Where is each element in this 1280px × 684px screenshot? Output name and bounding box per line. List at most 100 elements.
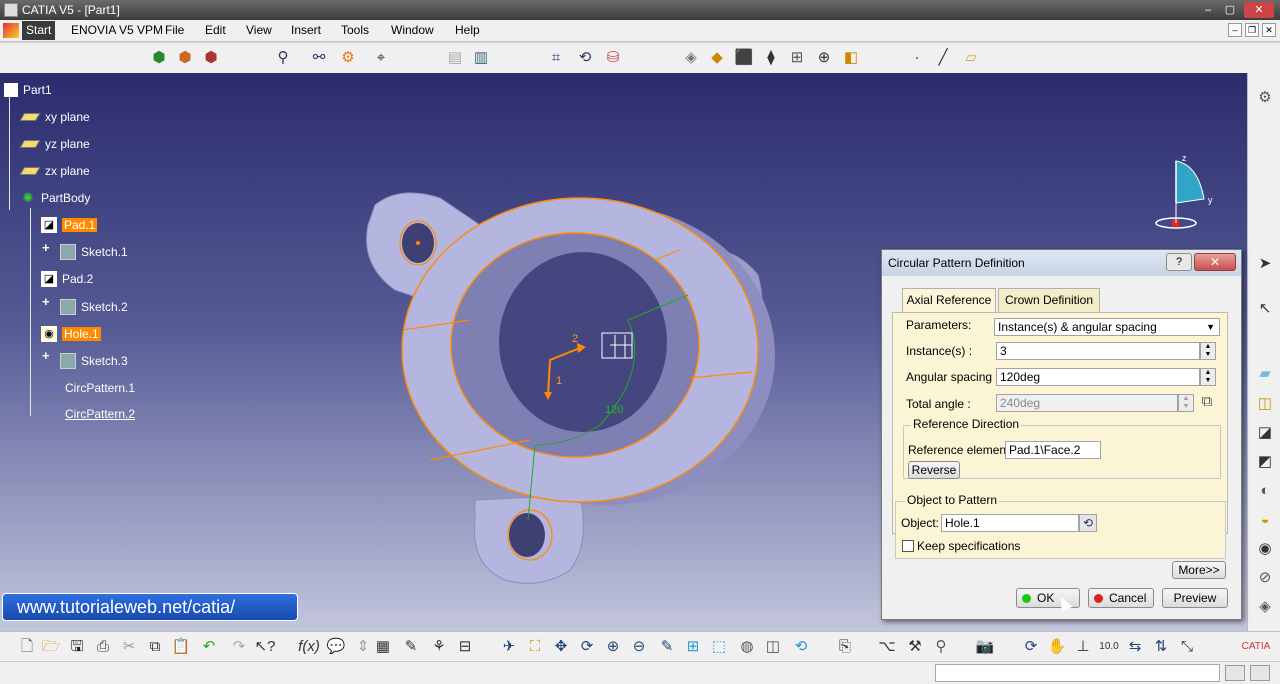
- measure-icon[interactable]: ⚲: [272, 47, 294, 69]
- point-icon[interactable]: ·: [906, 47, 928, 69]
- select-icon[interactable]: ↖: [1254, 298, 1276, 320]
- sort-icon[interactable]: ⇅: [1150, 636, 1172, 658]
- table-icon[interactable]: ▤: [444, 47, 466, 69]
- surface-icon[interactable]: ▰: [1254, 363, 1276, 385]
- tree-node-xy-plane[interactable]: xy plane: [19, 108, 90, 126]
- rotate-icon[interactable]: ⟳: [576, 636, 598, 658]
- tree-node-circpattern1[interactable]: ⁘ CircPattern.1: [44, 379, 135, 397]
- text-icon[interactable]: ▥: [470, 47, 492, 69]
- menu-edit[interactable]: Edit: [205, 23, 226, 37]
- redo-icon[interactable]: ↷: [228, 636, 250, 658]
- compass-icon[interactable]: [1150, 151, 1220, 231]
- menu-window[interactable]: Window: [391, 23, 434, 37]
- face-icon[interactable]: ▱: [960, 47, 982, 69]
- menu-enovia[interactable]: ENOVIA V5 VPM: [71, 23, 163, 37]
- tree-node-partbody[interactable]: ✺ PartBody: [20, 189, 91, 207]
- reverse-button[interactable]: Reverse: [908, 461, 960, 479]
- formula-icon[interactable]: ⧉: [1197, 393, 1217, 413]
- maximize-button[interactable]: ▢: [1220, 2, 1240, 18]
- menu-file[interactable]: File: [165, 23, 184, 37]
- sketcher-icon[interactable]: ⬢: [148, 47, 170, 69]
- pocket-icon[interactable]: ◩: [1254, 451, 1276, 473]
- groove-icon[interactable]: ⧫: [760, 47, 782, 69]
- print-icon[interactable]: ⎙: [92, 636, 114, 658]
- rib-icon[interactable]: ⊘: [1254, 567, 1276, 589]
- tree-node-pad2[interactable]: ◪ Pad.2: [41, 270, 93, 288]
- axis-system-icon[interactable]: ⌖: [370, 47, 392, 69]
- shaft-icon[interactable]: ⬛: [733, 47, 755, 69]
- zoom-out-icon[interactable]: ⊖: [628, 636, 650, 658]
- tab-crown-definition[interactable]: Crown Definition: [998, 288, 1100, 312]
- pocket-icon[interactable]: ◆: [706, 47, 728, 69]
- plane-icon[interactable]: ⊕: [813, 47, 835, 69]
- instances-input[interactable]: 3: [996, 342, 1200, 360]
- swap-space-icon[interactable]: ⟲: [790, 636, 812, 658]
- preview-button[interactable]: Preview: [1162, 588, 1228, 608]
- minimize-button[interactable]: –: [1198, 2, 1218, 18]
- menu-insert[interactable]: Insert: [291, 23, 321, 37]
- paste-icon[interactable]: 📋: [170, 636, 192, 658]
- axis-icon[interactable]: ⊥: [1072, 636, 1094, 658]
- hand-icon[interactable]: ✋: [1046, 636, 1068, 658]
- datum-icon[interactable]: ◫: [1254, 393, 1276, 415]
- expand-icon[interactable]: +: [42, 240, 50, 255]
- tree-node-hole1[interactable]: ◉ Hole.1: [41, 325, 101, 343]
- menu-start[interactable]: Start: [22, 21, 56, 40]
- render-icon[interactable]: ◍: [736, 636, 758, 658]
- comment-icon[interactable]: 💬: [325, 636, 347, 658]
- rotate-view-icon[interactable]: ⟳: [1020, 636, 1042, 658]
- isometric-icon[interactable]: ⬚: [708, 636, 730, 658]
- menu-tools[interactable]: Tools: [341, 23, 369, 37]
- more-button[interactable]: More>>: [1172, 561, 1226, 579]
- pad-icon[interactable]: ◈: [680, 47, 702, 69]
- hide-show-icon[interactable]: ◫: [762, 636, 784, 658]
- part-design-icon[interactable]: ⬢: [174, 47, 196, 69]
- help-button[interactable]: ?: [1166, 253, 1192, 271]
- angular-spacing-input[interactable]: 120deg: [996, 368, 1200, 386]
- solid-icon[interactable]: ◧: [840, 47, 862, 69]
- copy-icon[interactable]: ⧉: [144, 636, 166, 658]
- loft-icon[interactable]: ◈: [1254, 596, 1276, 618]
- sketch-icon[interactable]: ✎: [400, 636, 422, 658]
- reference-element-input[interactable]: Pad.1\Face.2: [1005, 441, 1101, 459]
- resize-icon[interactable]: ⤡: [1176, 636, 1198, 658]
- settings-icon[interactable]: ⚙: [1254, 87, 1276, 109]
- swap-icon[interactable]: ⇆: [1124, 636, 1146, 658]
- tools-icon[interactable]: ⚒: [904, 636, 926, 658]
- doc-restore-button[interactable]: ❐: [1245, 23, 1259, 37]
- multi-view-icon[interactable]: ⊞: [682, 636, 704, 658]
- cancel-button[interactable]: Cancel: [1088, 588, 1154, 608]
- link-icon[interactable]: ⇕: [352, 636, 374, 658]
- tree-node-pad1[interactable]: ◪ Pad.1: [41, 216, 98, 234]
- cut-icon[interactable]: ✂: [118, 636, 140, 658]
- hole-icon[interactable]: ◉: [1254, 538, 1276, 560]
- instances-spinner[interactable]: ▲ ▼: [1200, 342, 1216, 360]
- hole-icon[interactable]: ⊞: [786, 47, 808, 69]
- weld-icon[interactable]: ⚲: [930, 636, 952, 658]
- compass-widget[interactable]: z y: [1150, 151, 1220, 231]
- tools-palette-icon[interactable]: ⊟: [454, 636, 476, 658]
- formula-icon[interactable]: f(x): [298, 636, 320, 658]
- close-window-button[interactable]: ✕: [1244, 2, 1274, 18]
- catalog-icon[interactable]: ⚘: [428, 636, 450, 658]
- expand-icon[interactable]: +: [42, 348, 50, 363]
- angular-spacing-spinner[interactable]: ▲ ▼: [1200, 368, 1216, 386]
- help-icon[interactable]: ↖?: [254, 636, 276, 658]
- tree-node-sketch1[interactable]: Sketch.1: [60, 243, 128, 261]
- tree-node-root[interactable]: Part1: [4, 81, 52, 99]
- menu-help[interactable]: Help: [455, 23, 480, 37]
- new-icon[interactable]: 🗋: [16, 636, 38, 658]
- status-icon[interactable]: [1225, 665, 1245, 681]
- unit-icon[interactable]: 10.0: [1098, 636, 1120, 658]
- tree-node-circpattern2[interactable]: ⁘ CircPattern.2: [44, 405, 135, 423]
- measure-icon[interactable]: ⌥: [876, 636, 898, 658]
- fit-all-icon[interactable]: ⛶: [524, 636, 546, 658]
- tree-node-sketch3[interactable]: Sketch.3: [60, 352, 128, 370]
- update-icon[interactable]: ⎘: [834, 636, 856, 658]
- object-select-icon[interactable]: ⟲: [1079, 514, 1097, 532]
- status-icon[interactable]: [1250, 665, 1270, 681]
- select-arrow-icon[interactable]: ➤: [1254, 253, 1276, 275]
- analysis-icon[interactable]: ⚯: [308, 47, 330, 69]
- paint-bucket-icon[interactable]: ⛁: [602, 47, 624, 69]
- tree-node-zx-plane[interactable]: zx plane: [19, 162, 90, 180]
